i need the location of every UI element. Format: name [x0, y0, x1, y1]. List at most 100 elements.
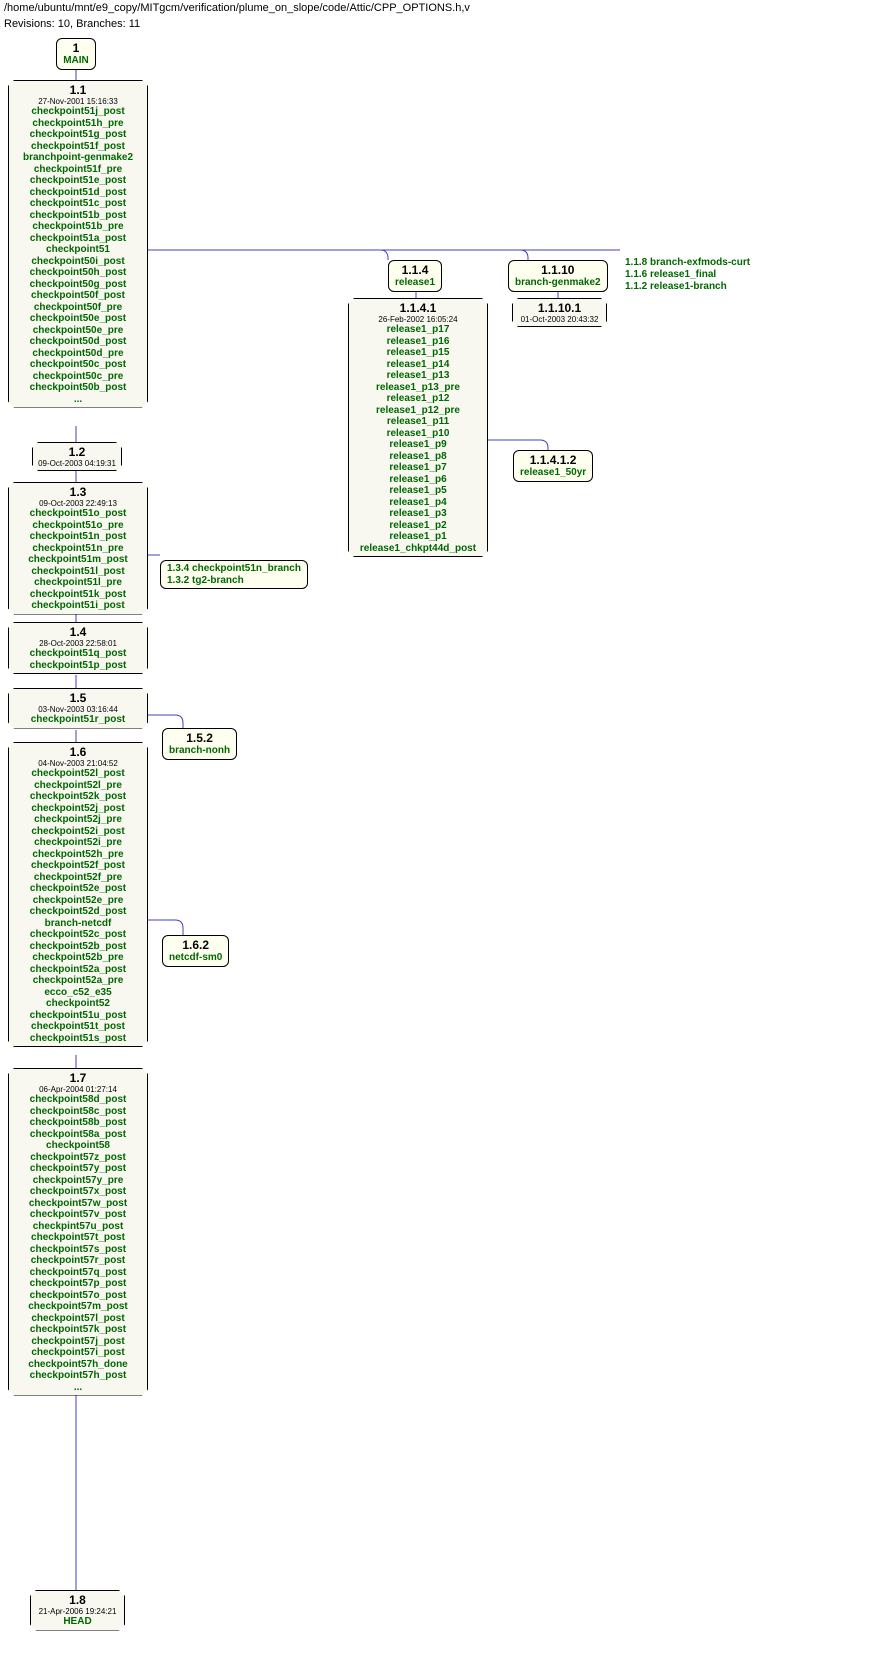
- rev-1.6-version: 1.6: [13, 745, 143, 759]
- tag-label: checkpoint57k_post: [13, 1324, 143, 1336]
- tag-label: checkpoint57v_post: [13, 1209, 143, 1221]
- branch-line: 1.1.2 release1-branch: [625, 281, 750, 293]
- file-path: /home/ubuntu/mnt/e9_copy/MITgcm/verifica…: [0, 0, 885, 16]
- tag-label: checkpoint52k_post: [13, 791, 143, 803]
- tag-label: release1_p15: [353, 347, 483, 359]
- tag-label: checkpoint57q_post: [13, 1267, 143, 1279]
- rev-1.6-tags: checkpoint52l_postcheckpoint52l_precheck…: [13, 768, 143, 1044]
- tag-label: release1_p13_pre: [353, 382, 483, 394]
- branch-1.1.4-version: 1.1.4: [395, 263, 435, 277]
- rev-1.1.4.1-version: 1.1.4.1: [353, 301, 483, 315]
- rev-1.8-timestamp: 21-Apr-2006 19:24:21: [35, 1607, 120, 1616]
- rev-1.5: 1.5 03-Nov-2003 03:16:44 checkpoint51r_p…: [8, 688, 148, 729]
- rev-1.5-tags: checkpoint51r_post: [13, 714, 143, 726]
- rev-1.1-tags: checkpoint51j_postcheckpoint51h_precheck…: [13, 106, 143, 394]
- branch-1.5.2: 1.5.2 branch-nonh: [162, 728, 237, 760]
- branch-1.3.4: 1.3.4 checkpoint51n_branch: [167, 563, 301, 575]
- tag-label: release1_p3: [353, 508, 483, 520]
- tag-label: checkpoint57x_post: [13, 1186, 143, 1198]
- tag-label: checkpoint57s_post: [13, 1244, 143, 1256]
- branch-1.1.4-label: release1: [395, 277, 435, 289]
- tag-label: checkpoint52c_post: [13, 929, 143, 941]
- tag-label: checkpoint52b_post: [13, 941, 143, 953]
- rev-1.8-version: 1.8: [35, 1593, 120, 1607]
- tag-label: checkpoint51s_post: [13, 1033, 143, 1045]
- tag-label: checkpoint50i_post: [13, 256, 143, 268]
- rev-1.3-tags: checkpoint51o_postcheckpoint51o_precheck…: [13, 508, 143, 612]
- branch-1.6.2-version: 1.6.2: [169, 938, 222, 952]
- tag-label: release1_chkpt44d_post: [353, 543, 483, 555]
- tag-label: checkpoint51f_post: [13, 141, 143, 153]
- tag-label: checkpoint52a_post: [13, 964, 143, 976]
- tag-label: release1_p17: [353, 324, 483, 336]
- rev-info: Revisions: 10, Branches: 11: [0, 16, 885, 32]
- tag-label: checkpoint51i_post: [13, 600, 143, 612]
- tag-label: checkpoint57y_post: [13, 1163, 143, 1175]
- tag-label: release1_p6: [353, 474, 483, 486]
- tag-label: checkpoint51g_post: [13, 129, 143, 141]
- tag-label: checkpoint57z_post: [13, 1152, 143, 1164]
- rev-1.2-version: 1.2: [37, 445, 117, 459]
- tag-label: branchpoint-genmake2: [13, 152, 143, 164]
- branch-1.1.4.1.2-label: release1_50yr: [520, 467, 586, 479]
- root-version: 1: [63, 41, 89, 55]
- tag-label: checkpoint51l_pre: [13, 577, 143, 589]
- tag-label: checkpint57u_post: [13, 1221, 143, 1233]
- tag-label: checkpoint58b_post: [13, 1117, 143, 1129]
- tag-label: checkpoint50f_pre: [13, 302, 143, 314]
- tag-label: checkpoint57t_post: [13, 1232, 143, 1244]
- tag-label: checkpoint58: [13, 1140, 143, 1152]
- tag-label: checkpoint51n_pre: [13, 543, 143, 555]
- tag-label: checkpoint51p_post: [13, 660, 143, 672]
- tag-label: checkpoint51a_post: [13, 233, 143, 245]
- tag-label: checkpoint57w_post: [13, 1198, 143, 1210]
- tag-label: branch-netcdf: [13, 918, 143, 930]
- rev-1.4-version: 1.4: [13, 625, 143, 639]
- tag-label: checkpoint52i_post: [13, 826, 143, 838]
- tag-label: checkpoint57j_post: [13, 1336, 143, 1348]
- tag-label: release1_p5: [353, 485, 483, 497]
- branch-line: 1.1.8 branch-exfmods-curt: [625, 257, 750, 269]
- branch-1.5.2-version: 1.5.2: [169, 731, 230, 745]
- branch-1.1.4.1.2-version: 1.1.4.1.2: [520, 453, 586, 467]
- tag-label: checkpoint57h_post: [13, 1370, 143, 1382]
- tag-label: checkpoint52j_pre: [13, 814, 143, 826]
- rev-1.1.4.1-tags: release1_p17release1_p16release1_p15rele…: [353, 324, 483, 554]
- rev-1.5-timestamp: 03-Nov-2003 03:16:44: [13, 705, 143, 714]
- branch-1.6.2-label: netcdf-sm0: [169, 952, 222, 964]
- rev-1.1-timestamp: 27-Nov-2001 15:16:33: [13, 97, 143, 106]
- tag-label: checkpoint51m_post: [13, 554, 143, 566]
- tag-label: checkpoint57o_post: [13, 1290, 143, 1302]
- tag-label: checkpoint51f_pre: [13, 164, 143, 176]
- rev-1.1.10.1-timestamp: 01-Oct-2003 20:43:32: [517, 315, 602, 324]
- tag-label: release1_p8: [353, 451, 483, 463]
- tag-label: checkpoint57p_post: [13, 1278, 143, 1290]
- branch-1.1.10-version: 1.1.10: [515, 263, 601, 277]
- rev-1.7-version: 1.7: [13, 1071, 143, 1085]
- tag-label: release1_p11: [353, 416, 483, 428]
- tag-label: checkpoint51k_post: [13, 589, 143, 601]
- tag-label: checkpoint52e_pre: [13, 895, 143, 907]
- tag-label: checkpoint50h_post: [13, 267, 143, 279]
- tag-label: checkpoint50d_post: [13, 336, 143, 348]
- tag-label: checkpoint58d_post: [13, 1094, 143, 1106]
- rev-1.4-tags: checkpoint51q_postcheckpoint51p_post: [13, 648, 143, 671]
- tag-label: release1_p1: [353, 531, 483, 543]
- branch-1.3.2: 1.3.2 tg2-branch: [167, 575, 301, 587]
- tag-label: checkpoint52a_pre: [13, 975, 143, 987]
- root-label: MAIN: [63, 55, 89, 67]
- branch-line: 1.1.6 release1_final: [625, 269, 750, 281]
- tag-label: checkpoint51b_post: [13, 210, 143, 222]
- tag-label: checkpoint57l_post: [13, 1313, 143, 1325]
- rev-1.3-timestamp: 09-Oct-2003 22:49:13: [13, 499, 143, 508]
- tag-label: release1_p12: [353, 393, 483, 405]
- rev-1.1: 1.1 27-Nov-2001 15:16:33 checkpoint51j_p…: [8, 80, 148, 408]
- tag-label: checkpoint57y_pre: [13, 1175, 143, 1187]
- tag-label: checkpoint52l_pre: [13, 780, 143, 792]
- tag-label: checkpoint52l_post: [13, 768, 143, 780]
- tag-label: checkpoint52i_pre: [13, 837, 143, 849]
- tag-label: checkpoint51l_post: [13, 566, 143, 578]
- branch-list-1.1.x: 1.1.8 branch-exfmods-curt1.1.6 release1_…: [625, 257, 750, 293]
- branch-1.1.10-label: branch-genmake2: [515, 277, 601, 289]
- tag-label: checkpoint50c_post: [13, 359, 143, 371]
